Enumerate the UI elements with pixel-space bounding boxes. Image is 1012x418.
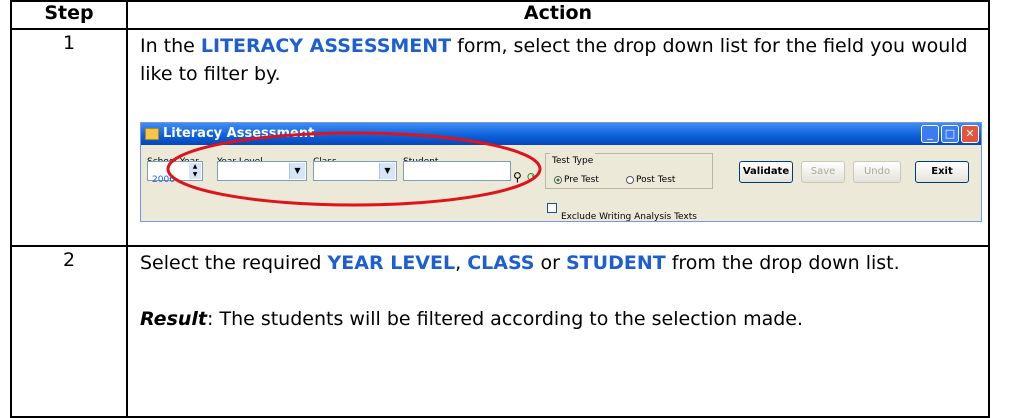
- header-action: Action: [126, 0, 990, 30]
- maximize-icon[interactable]: □: [941, 125, 959, 143]
- result-text: Result: The students will be filtered ac…: [140, 305, 988, 333]
- chevron-down-icon[interactable]: ▼: [289, 163, 305, 179]
- step-number: 2: [10, 245, 128, 418]
- student-field[interactable]: [403, 161, 511, 181]
- class-dropdown[interactable]: ▼: [313, 161, 397, 181]
- close-icon[interactable]: ✕: [961, 125, 979, 143]
- validate-button[interactable]: Validate: [739, 161, 793, 183]
- literacy-assessment-window: Literacy Assessment _ □ ✕ School Year 20…: [140, 122, 982, 222]
- table-row: 1 In the LITERACY ASSESSMENT form, selec…: [10, 28, 990, 247]
- text-fragment: In the: [140, 35, 201, 57]
- keyword: LITERACY ASSESSMENT: [200, 35, 452, 57]
- window-titlebar: Literacy Assessment: [141, 123, 981, 145]
- instruction-text: Select the required YEAR LEVEL, CLASS or…: [140, 249, 988, 277]
- table-header-row: Step Action: [10, 0, 990, 30]
- text-fragment: ,: [455, 252, 468, 274]
- school-year-spinner[interactable]: 2006 ▲ ▼: [147, 161, 203, 185]
- keyword: CLASS: [467, 252, 535, 274]
- exit-button[interactable]: Exit: [915, 161, 969, 183]
- radio-checked-icon[interactable]: [554, 175, 562, 184]
- post-test-label: Post Test: [636, 175, 676, 185]
- exclude-checkbox[interactable]: [547, 203, 557, 213]
- embedded-screenshot: Literacy Assessment _ □ ✕ School Year 20…: [140, 122, 988, 224]
- year-level-dropdown[interactable]: ▼: [217, 161, 307, 181]
- window-controls: _ □ ✕: [921, 125, 979, 143]
- post-test-option[interactable]: Post Test: [626, 166, 675, 194]
- app-icon: [145, 128, 159, 140]
- radio-unchecked-icon[interactable]: [626, 175, 634, 184]
- result-label: Result: [140, 308, 208, 330]
- step-number: 1: [10, 28, 128, 247]
- instruction-text: In the LITERACY ASSESSMENT form, select …: [140, 32, 988, 88]
- table-row: 2 Select the required YEAR LEVEL, CLASS …: [10, 245, 990, 418]
- minimize-icon[interactable]: _: [921, 125, 939, 143]
- window-title: Literacy Assessment: [163, 126, 315, 141]
- exclude-label: Exclude Writing Analysis Texts: [561, 212, 697, 222]
- instruction-table: Step Action 1 In the LITERACY ASSESSMENT…: [10, 0, 990, 418]
- pre-test-label: Pre Test: [564, 175, 599, 185]
- keyword: STUDENT: [566, 252, 666, 274]
- spin-arrows-icon[interactable]: ▲ ▼: [189, 163, 201, 179]
- pre-test-option[interactable]: Pre Test: [554, 166, 599, 194]
- keyword: YEAR LEVEL: [327, 252, 456, 274]
- chevron-down-icon[interactable]: ▼: [379, 163, 395, 179]
- text-fragment: Select the required: [140, 252, 328, 274]
- save-button[interactable]: Save: [801, 161, 845, 183]
- refresh-icon[interactable]: ⟳: [527, 163, 537, 191]
- school-year-value: 2006: [152, 175, 175, 185]
- header-step: Step: [10, 0, 128, 30]
- text-fragment: : The students will be filtered accordin…: [207, 308, 804, 330]
- text-fragment: or: [534, 252, 566, 274]
- test-type-group: Test Type Pre Test Post Test: [545, 147, 713, 189]
- undo-button[interactable]: Undo: [853, 161, 901, 183]
- text-fragment: from the drop down list.: [665, 252, 900, 274]
- action-cell: Select the required YEAR LEVEL, CLASS or…: [126, 245, 990, 418]
- binoculars-icon[interactable]: ⚲: [513, 163, 522, 191]
- action-cell: In the LITERACY ASSESSMENT form, select …: [126, 28, 990, 247]
